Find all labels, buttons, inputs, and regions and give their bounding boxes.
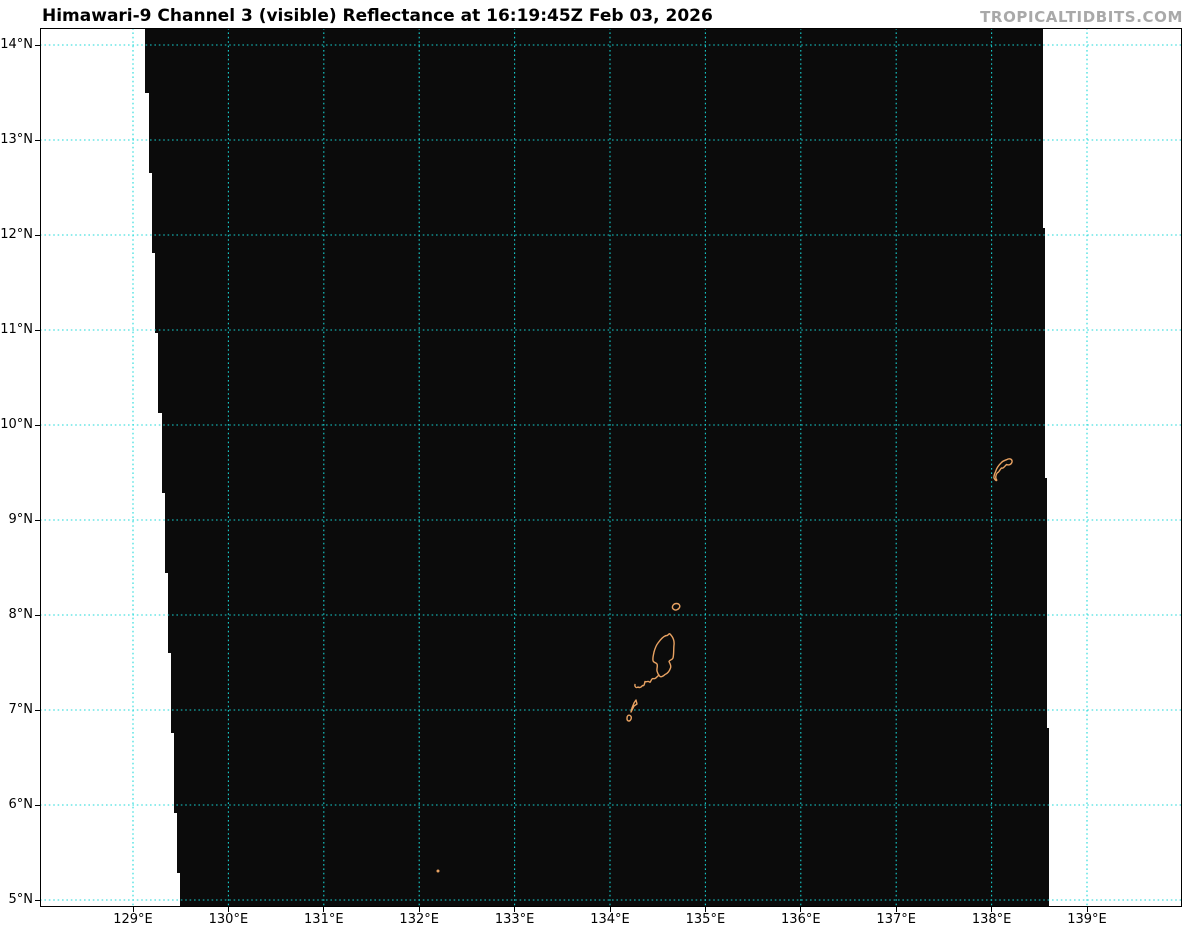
y-axis-label-5n: 5°N (8, 892, 34, 907)
y-axis-tick-10n (35, 424, 40, 426)
x-axis-label-130e: 130°E (208, 912, 249, 927)
x-axis-label-138e: 138°E (971, 912, 1012, 927)
satellite-data-swath (145, 29, 1049, 906)
y-axis-tick-8n (35, 614, 40, 616)
y-axis-label-14n: 14°N (0, 37, 33, 52)
x-axis-label-129e: 129°E (113, 912, 153, 927)
y-axis-label-8n: 8°N (8, 607, 34, 622)
y-axis-tick-12n (35, 234, 40, 236)
x-axis-label-131e: 131°E (304, 912, 344, 927)
y-axis-tick-11n (35, 329, 40, 331)
x-axis-label-136e: 136°E (781, 912, 821, 927)
y-axis-tick-7n (35, 709, 40, 711)
y-axis-tick-5n (35, 899, 40, 901)
x-axis-label-135e: 135°E (685, 912, 726, 927)
y-axis-tick-14n (35, 44, 40, 46)
plot-title: Himawari-9 Channel 3 (visible) Reflectan… (42, 6, 713, 26)
satellite-map-svg (40, 28, 1182, 907)
satellite-image-page: Himawari-9 Channel 3 (visible) Reflectan… (0, 0, 1200, 929)
y-axis-label-7n: 7°N (8, 702, 34, 717)
y-axis-label-10n: 10°N (0, 417, 33, 432)
y-axis-tick-9n (35, 519, 40, 521)
x-axis-label-139e: 139°E (1067, 912, 1107, 927)
x-axis-label-134e: 134°E (590, 912, 630, 927)
y-axis-label-13n: 13°N (0, 132, 33, 147)
x-axis-label-137e: 137°E (876, 912, 916, 927)
y-axis-tick-13n (35, 139, 40, 141)
map-plot-area (40, 28, 1182, 907)
y-axis-label-9n: 9°N (8, 512, 34, 527)
x-axis-label-133e: 133°E (494, 912, 535, 927)
watermark-text: TROPICALTIDBITS.COM (980, 8, 1183, 26)
y-axis-label-11n: 11°N (0, 322, 33, 337)
x-axis-label-132e: 132°E (399, 912, 439, 927)
y-axis-label-12n: 12°N (0, 227, 33, 242)
coastline-tiny-islet-dot (436, 869, 440, 873)
y-axis-tick-6n (35, 804, 40, 806)
y-axis-label-6n: 6°N (8, 797, 34, 812)
